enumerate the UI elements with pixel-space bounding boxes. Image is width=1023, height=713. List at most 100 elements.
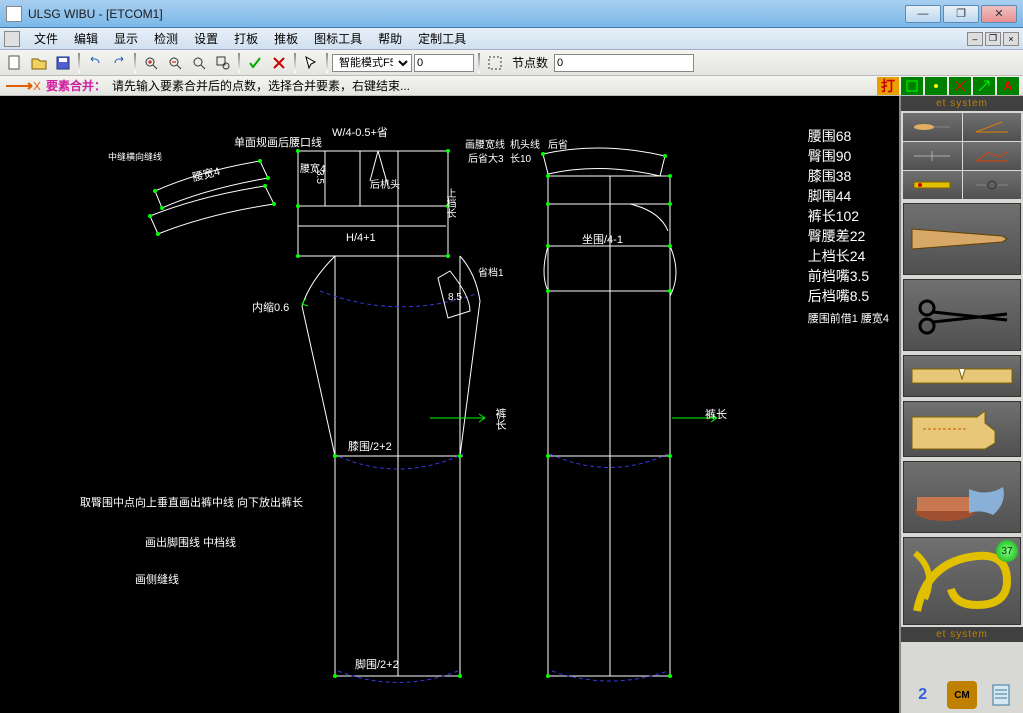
- rtool-dot[interactable]: [925, 77, 947, 95]
- app-icon: [6, 6, 22, 22]
- label-b3: 后省: [548, 136, 568, 151]
- label-pants-len: 裤长: [705, 406, 727, 422]
- meas-8: 后档嘴8.5: [808, 286, 889, 306]
- system-label-bottom: et system: [901, 627, 1023, 642]
- meas-7: 前档嘴3.5: [808, 266, 889, 286]
- mdi-minimize-button[interactable]: –: [967, 32, 983, 46]
- doc-icon[interactable]: [4, 31, 20, 47]
- save-button[interactable]: [52, 52, 74, 74]
- menu-bar: 文件 编辑 显示 检测 设置 打板 推板 图标工具 帮助 定制工具 – ❐ ×: [0, 28, 1023, 50]
- title-bar: ULSG WIBU - [ETCOM1] — ❐ ✕: [0, 0, 1023, 28]
- menu-edit[interactable]: 编辑: [66, 30, 106, 47]
- cursor-tool[interactable]: [300, 52, 322, 74]
- bottom-cm[interactable]: CM: [947, 681, 977, 709]
- menu-icontools[interactable]: 图标工具: [306, 30, 370, 47]
- tool-angle-icon[interactable]: [963, 113, 1022, 141]
- maximize-button[interactable]: ❐: [943, 5, 979, 23]
- label-knee: 膝围/2+2: [348, 438, 392, 454]
- rtool-rect[interactable]: [901, 77, 923, 95]
- mdi-close-button[interactable]: ×: [1003, 32, 1019, 46]
- rtool-1[interactable]: 打: [877, 77, 899, 95]
- tool-pen-icon[interactable]: [903, 113, 962, 141]
- bottom-doc-icon[interactable]: [986, 681, 1016, 709]
- label-foot: 脚围/2+2: [355, 656, 399, 672]
- mdi-controls: – ❐ ×: [967, 32, 1019, 46]
- right-tools: 打 A: [877, 77, 1019, 95]
- label-85: 8.5: [448, 292, 462, 303]
- cancel-button[interactable]: [268, 52, 290, 74]
- label-instr3: 画侧缝线: [135, 571, 179, 587]
- label-arrow-len: 裤长: [492, 408, 508, 430]
- mode-select[interactable]: 智能模式F5: [332, 54, 412, 72]
- label-35: 3.5: [314, 170, 325, 184]
- meas-5: 臀腰差22: [808, 226, 889, 246]
- system-label-top: et system: [901, 96, 1023, 111]
- menu-pattern[interactable]: 打板: [226, 30, 266, 47]
- label-inner-shrink: 内缩0.6: [252, 299, 289, 315]
- label-b2: 机头线: [510, 136, 540, 151]
- nodes-label: 节点数: [512, 54, 548, 71]
- zoom-out-button[interactable]: [164, 52, 186, 74]
- menu-custom[interactable]: 定制工具: [410, 30, 474, 47]
- label-dart1: 省档1: [478, 264, 504, 279]
- tool-curve-ruler-icon[interactable]: 37: [903, 537, 1021, 625]
- rtool-arrow[interactable]: [973, 77, 995, 95]
- close-button[interactable]: ✕: [981, 5, 1017, 23]
- wheel-indicator[interactable]: 37: [996, 540, 1018, 562]
- tool-shear-icon[interactable]: [903, 142, 962, 170]
- tool-dart-icon[interactable]: [903, 203, 1021, 275]
- meas-3: 脚围44: [808, 186, 889, 206]
- drawing-canvas[interactable]: W/4-0.5+省 单面规画后腰口线 中缝横向缝线 腰宽4 腰宽4 3.5 后机…: [0, 96, 899, 713]
- menu-file[interactable]: 文件: [26, 30, 66, 47]
- menu-check[interactable]: 检测: [146, 30, 186, 47]
- tool-name: 要素合并：: [46, 77, 106, 94]
- tool-wash-icon[interactable]: [903, 461, 1021, 533]
- window-title: ULSG WIBU - [ETCOM1]: [28, 7, 905, 21]
- tool-notch-icon[interactable]: [903, 355, 1021, 397]
- tool-pattern-icon[interactable]: [903, 401, 1021, 457]
- label-instr2: 画出脚围线 中档线: [145, 534, 236, 550]
- tool-icon: [4, 79, 42, 93]
- label-b1: 画腰宽线: [465, 136, 505, 151]
- menu-grade[interactable]: 推板: [266, 30, 306, 47]
- menu-display[interactable]: 显示: [106, 30, 146, 47]
- rtool-a[interactable]: A: [997, 77, 1019, 95]
- select-rect-tool[interactable]: [484, 52, 506, 74]
- open-button[interactable]: [28, 52, 50, 74]
- zoom-in-button[interactable]: [140, 52, 162, 74]
- meas-1: 臀围90: [808, 146, 889, 166]
- new-button[interactable]: [4, 52, 26, 74]
- menu-settings[interactable]: 设置: [186, 30, 226, 47]
- label-h4: H/4+1: [346, 232, 376, 244]
- label-vertical: 上档长: [442, 188, 457, 218]
- zoom-fit-button[interactable]: [188, 52, 210, 74]
- tool-compass-icon[interactable]: [963, 171, 1022, 199]
- check-button[interactable]: [244, 52, 266, 74]
- meas-4: 裤长102: [808, 206, 889, 226]
- hint-message: 请先输入要素合并后的点数，选择合并要素，右键结束...: [112, 77, 410, 94]
- redo-button[interactable]: [108, 52, 130, 74]
- bottom-num[interactable]: 2: [908, 681, 938, 709]
- label-b4: 后省大3: [468, 150, 504, 165]
- mdi-restore-button[interactable]: ❐: [985, 32, 1001, 46]
- meas-sub: 腰围前借1 腰宽4: [808, 310, 889, 326]
- label-instr1: 取臀围中点向上垂直画出裤中线 向下放出裤长: [80, 494, 303, 510]
- minimize-button[interactable]: —: [905, 5, 941, 23]
- label-seat: 坐围/4-1: [582, 231, 623, 247]
- zoom-window-button[interactable]: [212, 52, 234, 74]
- measurements-block: 腰围68 臀围90 膝围38 脚围44 裤长102 臀腰差22 上档长24 前档…: [808, 126, 889, 326]
- undo-button[interactable]: [84, 52, 106, 74]
- menu-help[interactable]: 帮助: [370, 30, 410, 47]
- tool-ruler-icon[interactable]: [903, 171, 962, 199]
- nodes-value-input[interactable]: [554, 54, 694, 72]
- label-b5: 长10: [510, 150, 531, 165]
- rtool-cross[interactable]: [949, 77, 971, 95]
- meas-6: 上档长24: [808, 246, 889, 266]
- meas-0: 腰围68: [808, 126, 889, 146]
- window-controls: — ❐ ✕: [905, 5, 1017, 23]
- tool-scissors-icon[interactable]: [903, 279, 1021, 351]
- mode-value-input[interactable]: [414, 54, 474, 72]
- tool-graph-icon[interactable]: [963, 142, 1022, 170]
- label-side-note: 中缝横向缝线: [108, 150, 162, 163]
- side-panel: et system 37 et system 2 CM: [899, 96, 1023, 713]
